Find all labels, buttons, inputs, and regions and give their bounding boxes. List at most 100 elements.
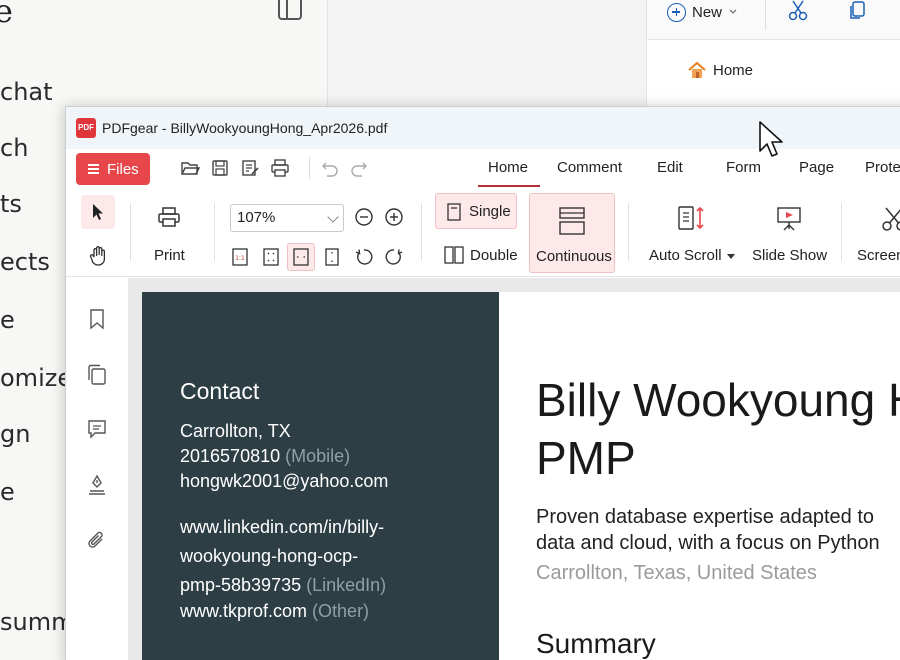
files-label: Files [107,160,139,178]
auto-scroll-label[interactable]: Auto Scroll [649,247,736,264]
divider [841,203,842,261]
new-button[interactable]: New [667,0,738,24]
comments-icon[interactable] [86,418,108,440]
tab-home[interactable]: Home [477,149,541,187]
cut-icon[interactable] [787,0,809,22]
zoom-out-icon [355,208,373,226]
continuous-scroll-icon [559,207,585,235]
redo-icon[interactable] [349,158,369,178]
double-page-button[interactable]: Double [444,242,524,272]
zoom-out-button[interactable] [354,207,374,227]
summary-heading: Summary [536,628,656,659]
window-title: PDFgear - BillyWookyoungHong_Apr2026.pdf [102,120,388,136]
tab-form[interactable]: Form [726,149,761,185]
bg-sidebar-item[interactable]: omize [0,364,72,392]
zoom-in-button[interactable] [384,207,404,227]
save-icon[interactable] [210,158,230,178]
auto-scroll-button[interactable] [677,205,707,231]
continuous-button[interactable]: Continuous [529,193,615,273]
hamburger-icon [88,164,99,174]
dropdown-triangle-icon [726,254,735,259]
sidebar-toggle-icon[interactable] [278,0,302,20]
svg-text:1:1: 1:1 [235,255,245,262]
save-as-icon[interactable] [240,158,260,178]
screenshot-button[interactable] [880,205,900,233]
files-button[interactable]: Files [76,153,150,185]
phone-type: (Mobile) [285,446,351,466]
tab-edit[interactable]: Edit [657,149,683,185]
linkedin-slug: pmp-58b39735 [180,575,302,595]
single-page-button[interactable]: Single [435,193,517,229]
bg-sidebar-item[interactable]: ts [0,190,22,218]
bg-sidebar-item[interactable]: ch [0,134,28,162]
fit-width-icon [293,248,309,266]
mouse-pointer-icon [759,121,783,157]
bookmark-icon[interactable] [86,308,108,330]
headline-line-1: Proven database expertise adapted to [536,506,875,528]
slide-show-button[interactable] [775,205,803,233]
tab-comment[interactable]: Comment [557,149,622,185]
rotate-right-icon [385,249,403,265]
bg-sidebar-item[interactable]: e [0,306,15,334]
bg-sidebar-item[interactable]: chat [0,78,53,106]
hand-tool-button[interactable] [88,245,110,267]
print-label: Print [154,247,185,264]
screen-label: Screen [857,247,900,264]
auto-scroll-text: Auto Scroll [649,247,722,264]
home-icon [688,61,706,78]
actual-size-button[interactable]: 1:1 [231,247,249,267]
zoom-select[interactable]: 107% [230,204,344,232]
fit-page-button[interactable] [262,247,280,267]
divider [628,203,629,261]
pdf-page: Contact Carrollton, TX 2016570810 (Mobil… [142,292,900,660]
tab-page[interactable]: Page [799,149,834,185]
contact-city: Carrollton, TX [180,421,291,441]
bg-sidebar-item[interactable]: e [0,478,15,506]
resume-name: Billy Wookyoung H [536,374,900,426]
divider [214,203,215,261]
rotate-right-button[interactable] [384,247,404,267]
document-viewer[interactable]: Contact Carrollton, TX 2016570810 (Mobil… [129,278,900,660]
plus-icon [667,2,686,22]
continuous-label: Continuous [536,248,612,265]
slide-show-label: Slide Show [752,247,828,264]
print-icon[interactable] [270,158,290,178]
actual-size-icon: 1:1 [232,248,248,266]
arrow-cursor-icon [93,204,103,220]
nav-home[interactable]: Home [687,60,753,80]
linkedin-line-3: pmp-58b39735 (LinkedIn) [180,575,386,596]
home-label: Home [713,61,754,79]
attachment-icon[interactable] [86,530,108,552]
print-button[interactable] [157,205,181,229]
fit-width-button[interactable] [287,243,315,271]
copy-icon[interactable] [847,0,869,22]
new-label: New [692,3,723,21]
divider [421,203,422,261]
signature-icon[interactable] [86,474,108,496]
contact-email: hongwk2001@yahoo.com [180,471,389,491]
tab-protect[interactable]: Prote [865,149,900,185]
zoom-in-icon [385,208,403,226]
left-panel-rail [66,278,129,660]
contact-phone: 2016570810 (Mobile) [180,446,350,467]
resume-credential: PMP [536,432,636,484]
chevron-down-icon [729,9,737,14]
pdfgear-window: PDF PDFgear - BillyWookyoungHong_Apr2026… [65,106,900,660]
slide-show-icon [777,207,801,231]
single-label: Single [469,203,511,220]
bg-sidebar-item[interactable]: ects [0,248,50,276]
undo-icon[interactable] [320,158,340,178]
phone-number: 2016570810 [180,446,281,466]
fit-height-button[interactable] [323,247,341,267]
open-folder-icon[interactable] [180,158,201,178]
scissors-icon [882,207,900,231]
double-page-icon [444,246,464,264]
thumbnails-icon[interactable] [86,364,108,386]
rotate-left-button[interactable] [354,247,374,267]
auto-scroll-icon [678,206,704,230]
select-tool-button[interactable] [81,195,115,229]
background-app-title: e [0,0,13,30]
zoom-value: 107% [237,209,276,226]
website-url: www.tkprof.com [180,601,308,621]
bg-sidebar-item[interactable]: gn [0,420,30,448]
